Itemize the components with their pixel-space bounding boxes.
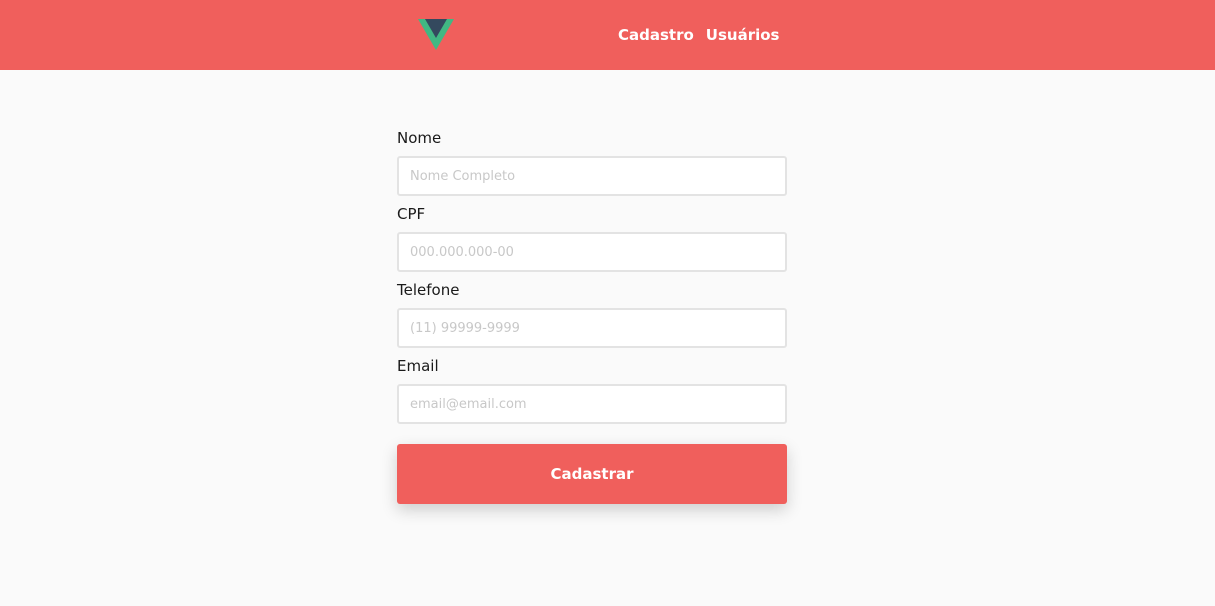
vue-logo-icon[interactable] (418, 19, 454, 50)
telefone-field-group: Telefone (397, 280, 787, 356)
email-field-group: Email (397, 356, 787, 432)
app-header: Cadastro Usuários (0, 0, 1215, 70)
email-input[interactable] (397, 384, 787, 424)
register-form: Nome CPF Telefone Email Cadastrar (397, 128, 787, 504)
nav-link-cadastro[interactable]: Cadastro (618, 25, 694, 45)
cpf-field-group: CPF (397, 204, 787, 280)
nome-field-group: Nome (397, 128, 787, 204)
telefone-input[interactable] (397, 308, 787, 348)
telefone-label: Telefone (397, 281, 460, 299)
main-nav: Cadastro Usuários (618, 25, 779, 45)
nome-label: Nome (397, 129, 442, 147)
nome-input[interactable] (397, 156, 787, 196)
cpf-label: CPF (397, 205, 426, 223)
nav-link-usuarios[interactable]: Usuários (706, 25, 780, 45)
email-label: Email (397, 357, 439, 375)
cadastrar-button[interactable]: Cadastrar (397, 444, 787, 504)
cpf-input[interactable] (397, 232, 787, 272)
